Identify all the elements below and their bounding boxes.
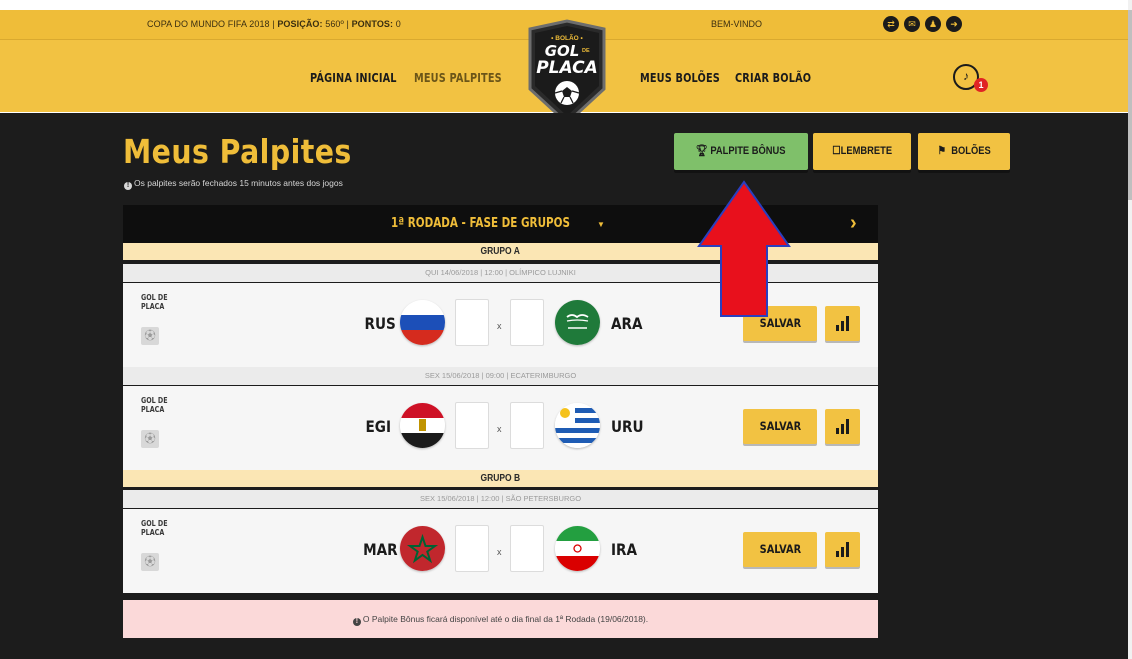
logo-top-text: • BOLÃO •	[551, 33, 583, 42]
home-score-input[interactable]	[455, 402, 489, 449]
gol-label-line2: PLACA	[141, 302, 165, 311]
gol-label-line2: PLACA	[141, 528, 165, 537]
versus-label: x	[497, 321, 502, 331]
home-team-code: EGI	[365, 417, 392, 436]
logout-icon[interactable]: ➜	[946, 16, 962, 32]
saudi-arabia-flag-icon	[555, 300, 600, 345]
nav-create-pool[interactable]: CRIAR BOLÃO	[735, 70, 811, 85]
away-score-input[interactable]	[510, 402, 544, 449]
stats-button[interactable]	[825, 306, 860, 341]
points-value: 0	[393, 19, 401, 29]
ball-icon[interactable]: ⚽︎	[141, 327, 159, 345]
notification-count-badge: 1	[974, 78, 988, 92]
next-round-chevron-icon[interactable]: ›	[850, 212, 857, 235]
ball-icon[interactable]: ⚽︎	[141, 430, 159, 448]
away-team-code: URU	[611, 417, 644, 436]
home-score-input[interactable]	[455, 299, 489, 346]
gol-label-line1: GOL DE	[141, 396, 168, 405]
checkbox-icon: ☐	[832, 145, 841, 157]
swap-icon[interactable]: ⇄	[883, 16, 899, 32]
bar-chart-icon	[836, 542, 850, 557]
away-score-input[interactable]	[510, 299, 544, 346]
group-a-label: GRUPO A	[480, 246, 521, 257]
match-row: GOL DE PLACA ⚽︎ MAR x IRA SALVAR	[123, 509, 878, 593]
round-title[interactable]: 1ª RODADA - FASE DE GRUPOS	[391, 216, 570, 231]
away-team-code: ARA	[611, 314, 643, 333]
match-date: SEX 15/06/2018 | 09:00 | ECATERIMBURGO	[123, 367, 878, 385]
away-score-input[interactable]	[510, 525, 544, 572]
versus-label: x	[497, 547, 502, 557]
versus-label: x	[497, 424, 502, 434]
points-label: PONTOS:	[351, 19, 394, 29]
page-subtitle: ! Os palpites serão fechados 15 minutos a…	[124, 178, 343, 190]
scrollbar-thumb[interactable]	[1128, 10, 1132, 200]
match-date: SEX 15/06/2018 | 12:00 | SÃO PETERSBURGO	[123, 490, 878, 508]
welcome-text: BEM-VINDO	[711, 19, 763, 29]
gol-label-line1: GOL DE	[141, 293, 168, 302]
bonus-notice: ! O Palpite Bônus ficará disponível até o…	[123, 600, 878, 638]
info-icon: !	[124, 182, 132, 190]
reminder-button[interactable]: ☐LEMBRETE	[813, 133, 911, 170]
competition-label: COPA DO MUNDO FIFA 2018 |	[147, 19, 278, 29]
gol-de-placa-label: GOL DE PLACA	[141, 396, 168, 414]
user-stats: COPA DO MUNDO FIFA 2018 | POSIÇÃO: 560º …	[147, 19, 401, 29]
bonus-button-label: PALPITE BÔNUS	[710, 145, 786, 157]
save-button[interactable]: SALVAR	[743, 409, 817, 444]
flag-icon: ⚑	[937, 145, 946, 157]
reminder-button-label: LEMBRETE	[840, 145, 892, 157]
uruguay-flag-icon	[555, 403, 600, 448]
bar-chart-icon	[836, 419, 850, 434]
stats-button[interactable]	[825, 532, 860, 567]
position-value: 560º |	[322, 19, 352, 29]
gol-de-placa-label: GOL DE PLACA	[141, 293, 168, 311]
pools-button[interactable]: ⚑ BOLÕES	[918, 133, 1010, 170]
away-team-code: IRA	[611, 540, 638, 559]
subtitle-text: Os palpites serão fechados 15 minutos an…	[134, 178, 343, 188]
gol-de-placa-label: GOL DE PLACA	[141, 519, 168, 537]
page-title: Meus Palpites	[123, 132, 352, 171]
save-label: SALVAR	[759, 419, 801, 433]
save-label: SALVAR	[759, 542, 801, 556]
group-header: GRUPO B	[123, 470, 878, 487]
bonus-prediction-button[interactable]: 🏆︎ PALPITE BÔNUS	[674, 133, 808, 170]
gol-label-line2: PLACA	[141, 405, 165, 414]
iran-flag-icon	[555, 526, 600, 571]
home-team-code: RUS	[364, 314, 396, 333]
user-icon[interactable]: ♟	[925, 16, 941, 32]
morocco-flag-icon	[400, 526, 445, 571]
group-b-label: GRUPO B	[480, 473, 521, 484]
gol-de-placa-logo[interactable]: • BOLÃO • GOL DE PLACA	[524, 19, 610, 125]
logo-placa-text: PLACA	[536, 58, 598, 78]
logo-de-text: DE	[582, 48, 590, 54]
trophy-icon: 🏆︎	[696, 145, 709, 157]
nav-my-predictions[interactable]: MEUS PALPITES	[414, 70, 502, 85]
save-button[interactable]: SALVAR	[743, 532, 817, 567]
bar-chart-icon	[836, 316, 850, 331]
position-label: POSIÇÃO:	[277, 19, 323, 29]
red-arrow-annotation	[697, 180, 791, 317]
info-icon: !	[352, 618, 361, 626]
russia-flag-icon	[400, 300, 445, 345]
gol-label-line1: GOL DE	[141, 519, 168, 528]
nav-my-pools[interactable]: MEUS BOLÕES	[640, 70, 720, 85]
stats-button[interactable]	[825, 409, 860, 444]
notice-text: O Palpite Bônus ficará disponível até o …	[362, 614, 649, 624]
match-row: GOL DE PLACA ⚽︎ EGI x URU SALVAR	[123, 386, 878, 470]
nav-home[interactable]: PÁGINA INICIAL	[310, 70, 397, 85]
home-score-input[interactable]	[455, 525, 489, 572]
pools-button-label: BOLÕES	[951, 145, 991, 157]
caret-down-icon[interactable]: ▼	[597, 220, 605, 229]
mail-icon[interactable]: ✉	[904, 16, 920, 32]
home-team-code: MAR	[363, 540, 398, 559]
egypt-flag-icon	[400, 403, 445, 448]
ball-icon[interactable]: ⚽︎	[141, 553, 159, 571]
